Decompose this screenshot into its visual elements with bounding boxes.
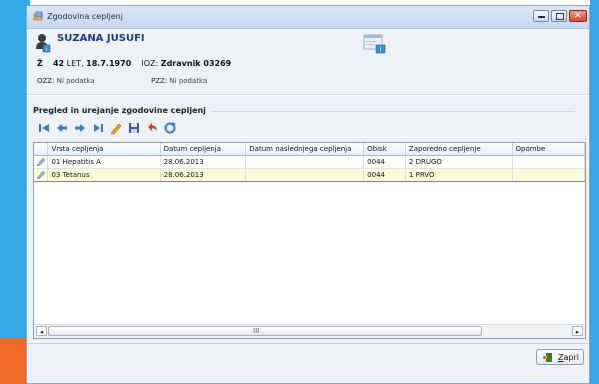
close-button-label: Zapri <box>558 353 579 362</box>
column-header-marker <box>34 143 49 156</box>
scroll-grip: III <box>253 327 260 335</box>
cell-opombe <box>512 155 585 169</box>
undo-icon[interactable] <box>145 121 159 135</box>
maximize-icon <box>556 13 564 20</box>
cell-naslednje <box>245 168 365 182</box>
scroll-left-button[interactable]: ◂ <box>36 326 47 336</box>
cell-zaporedno: 1 PRVO <box>405 168 513 182</box>
column-header-obisk[interactable]: Obisk <box>363 143 406 156</box>
ozz-label: OZZ: <box>37 77 55 85</box>
section-title: Pregled in urejanje zgodovine cepljenj <box>33 106 206 115</box>
row-edit-marker <box>34 168 49 182</box>
last-icon[interactable] <box>91 121 105 135</box>
cell-naslednje <box>245 155 365 169</box>
edit-icon[interactable] <box>109 121 123 135</box>
patient-birth-date: 18.7.1970 <box>86 59 132 68</box>
cell-obisk: 0044 <box>363 168 406 182</box>
close-button[interactable]: Zapri <box>536 349 584 365</box>
minimize-button[interactable] <box>533 10 549 22</box>
background-right-strip <box>590 0 599 384</box>
row-edit-marker <box>34 155 49 169</box>
save-icon[interactable] <box>127 121 141 135</box>
column-header-zaporedno[interactable]: Zaporedno cepljenje <box>405 143 513 156</box>
ozz-value: Ni podatka <box>56 77 95 85</box>
vaccination-history-window: Zgodovina cepljenj ✕ i SUZANA JUSUFI i Ž… <box>26 5 590 384</box>
insurance-info: OZZ: Ni podatka PZZ: Ni podatka <box>37 77 207 85</box>
arrow-left-icon: ◂ <box>39 328 44 336</box>
svg-text:i: i <box>46 47 47 53</box>
cell-vrsta: 01 Hepatitis A <box>47 155 161 169</box>
cell-opombe <box>512 168 585 182</box>
next-icon[interactable] <box>73 121 87 135</box>
vaccination-table[interactable]: Vrsta cepljenja Datum cepljenja Datum na… <box>33 142 586 339</box>
ioz-label: IOZ: <box>141 59 159 68</box>
cell-vrsta: 03 Tetanus <box>47 168 161 182</box>
horizontal-scrollbar[interactable]: ◂ III ▸ <box>34 324 585 338</box>
patient-name: SUZANA JUSUFI <box>57 33 145 44</box>
patient-sex: Ž <box>37 59 43 68</box>
table-row[interactable]: 01 Hepatitis A 28.06.2013 0044 2 DRUGO <box>34 155 585 169</box>
patient-demographics: Ž 42 LET, 18.7.1970 IOZ: Zdravnik 03269 <box>37 59 231 68</box>
exit-door-icon <box>543 353 552 362</box>
window-title: Zgodovina cepljenj <box>47 12 123 21</box>
pencil-icon <box>36 157 46 167</box>
column-header-vrsta[interactable]: Vrsta cepljenja <box>47 143 161 156</box>
vaccination-grid: Vrsta cepljenja Datum cepljenja Datum na… <box>34 143 585 182</box>
column-header-opombe[interactable]: Opombe <box>512 143 585 156</box>
table-header-row: Vrsta cepljenja Datum cepljenja Datum na… <box>34 143 585 156</box>
vaccine-app-icon <box>33 11 43 21</box>
section-divider <box>212 111 575 112</box>
table-row-selected[interactable]: 03 Tetanus 28.06.2013 0044 1 PRVO <box>34 168 585 182</box>
scroll-thumb[interactable]: III <box>48 326 482 336</box>
previous-icon[interactable] <box>55 121 69 135</box>
maximize-button[interactable] <box>551 10 567 22</box>
cell-datum: 28.06.2013 <box>160 168 247 182</box>
refresh-icon[interactable] <box>163 121 177 135</box>
ioz-doctor: Zdravnik 03269 <box>160 59 232 68</box>
window-close-button[interactable]: ✕ <box>569 10 587 22</box>
arrow-right-icon: ▸ <box>575 328 580 336</box>
patient-avatar-icon: i <box>36 34 51 53</box>
pzz-label: PZZ: <box>151 77 168 85</box>
header-divider <box>27 94 589 96</box>
footer-divider <box>27 343 589 344</box>
patient-age-unit: LET, <box>66 59 84 68</box>
cell-datum: 28.06.2013 <box>160 155 247 169</box>
first-icon[interactable] <box>37 121 51 135</box>
patient-card-info-icon[interactable]: i <box>363 34 387 54</box>
patient-age: 42 <box>52 59 65 68</box>
cell-zaporedno: 2 DRUGO <box>405 155 513 169</box>
minimize-icon <box>538 16 545 18</box>
column-header-naslednje[interactable]: Datum naslednjega cepljenja <box>245 143 365 156</box>
scroll-right-button[interactable]: ▸ <box>572 326 583 336</box>
title-bar[interactable]: Zgodovina cepljenj ✕ <box>27 6 589 29</box>
column-header-datum[interactable]: Datum cepljenja <box>160 143 247 156</box>
cell-obisk: 0044 <box>363 155 406 169</box>
close-icon: ✕ <box>574 11 582 21</box>
pencil-icon <box>36 170 46 180</box>
pzz-value: Ni podatka <box>169 77 208 85</box>
